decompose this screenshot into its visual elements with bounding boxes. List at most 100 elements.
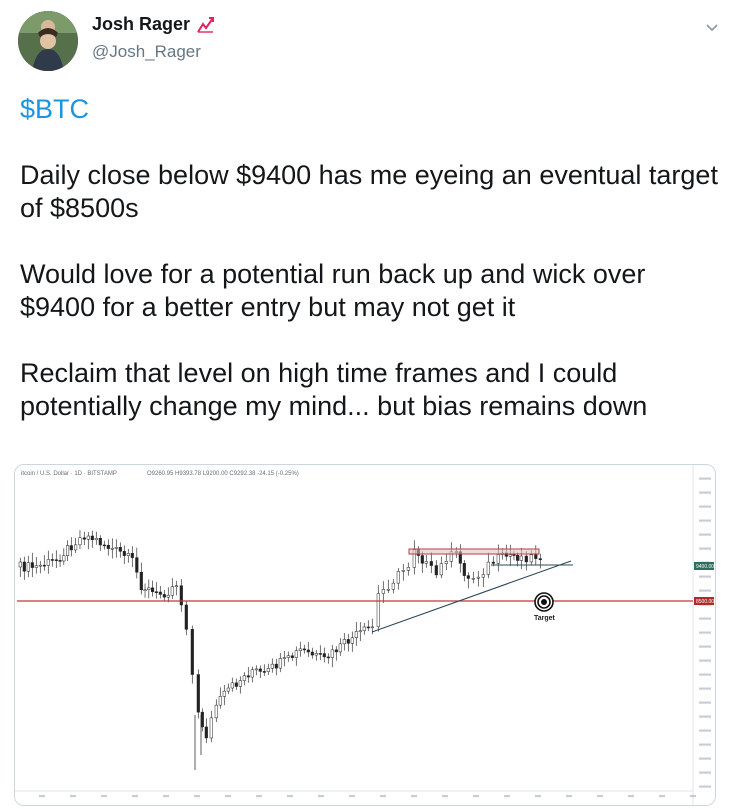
candle-body bbox=[491, 561, 495, 564]
candle-body bbox=[151, 587, 155, 592]
time-axis-tick bbox=[70, 795, 76, 798]
time-axis-tick bbox=[442, 795, 448, 798]
candle-body bbox=[42, 564, 46, 567]
time-axis-tick bbox=[101, 795, 107, 798]
time-axis-tick bbox=[194, 795, 200, 798]
avatar[interactable] bbox=[18, 11, 78, 71]
time-axis-tick bbox=[628, 795, 634, 798]
price-axis-tick bbox=[699, 701, 711, 704]
target-label: Target bbox=[534, 615, 556, 622]
candle-body bbox=[362, 626, 366, 632]
time-axis-tick bbox=[473, 795, 479, 798]
price-chart: itcoin / U.S. Dollar · 1D · BITSTAMP O92… bbox=[15, 465, 715, 805]
candle-body bbox=[376, 593, 380, 628]
candle-body bbox=[38, 564, 42, 567]
candle-body bbox=[529, 554, 533, 563]
price-axis-tick bbox=[699, 589, 711, 592]
time-axis-tick bbox=[566, 795, 572, 798]
candle-body bbox=[26, 562, 30, 572]
time-axis-tick bbox=[318, 795, 324, 798]
candle-body bbox=[179, 585, 183, 606]
time-axis-tick bbox=[132, 795, 138, 798]
candle-body bbox=[204, 726, 208, 739]
candle-body bbox=[262, 671, 266, 673]
candle-body bbox=[69, 545, 73, 551]
candle-body bbox=[486, 561, 490, 575]
time-axis-tick bbox=[411, 795, 417, 798]
time-axis-tick bbox=[690, 795, 696, 798]
candle-body bbox=[439, 563, 443, 576]
candle-body bbox=[266, 668, 270, 672]
candle-body bbox=[218, 696, 222, 706]
candle-body bbox=[62, 555, 66, 562]
candle-body bbox=[102, 544, 106, 547]
candle-body bbox=[246, 675, 250, 678]
time-axis-tick bbox=[349, 795, 355, 798]
candle-body bbox=[209, 717, 213, 739]
chart-trend-icon bbox=[196, 15, 216, 35]
price-axis-tick bbox=[699, 575, 711, 578]
price-axis-tick bbox=[699, 519, 711, 522]
candle-body bbox=[118, 547, 122, 552]
candle-body bbox=[226, 687, 230, 692]
candle-body bbox=[174, 585, 178, 587]
author-handle[interactable]: @Josh_Rager bbox=[92, 42, 201, 62]
candle-body bbox=[114, 547, 118, 549]
candle-body bbox=[30, 562, 34, 568]
candle-body bbox=[466, 575, 470, 579]
support-price-label: 8500.00 bbox=[696, 599, 714, 605]
candle-body bbox=[420, 555, 424, 564]
candle-body bbox=[350, 637, 354, 644]
candle-body bbox=[166, 594, 170, 598]
price-axis-tick bbox=[699, 505, 711, 508]
candle-body bbox=[110, 547, 114, 550]
tweet-paragraph-1: Daily close below $9400 has me eyeing an… bbox=[20, 160, 726, 223]
candle-body bbox=[46, 559, 50, 566]
time-axis-tick bbox=[659, 795, 665, 798]
candle-body bbox=[306, 649, 310, 653]
price-axis-tick bbox=[699, 491, 711, 494]
candle-body bbox=[302, 648, 306, 651]
candle-body bbox=[534, 554, 538, 559]
candle-body bbox=[310, 651, 314, 656]
candle-body bbox=[78, 537, 82, 546]
candle-body bbox=[254, 668, 258, 671]
candle-body bbox=[318, 653, 322, 655]
candle-body bbox=[54, 559, 58, 561]
candle-body bbox=[330, 649, 334, 658]
candle-body bbox=[429, 561, 433, 566]
candle-body bbox=[286, 655, 290, 658]
candle-body bbox=[74, 544, 78, 551]
chart-image[interactable]: itcoin / U.S. Dollar · 1D · BITSTAMP O92… bbox=[14, 464, 716, 806]
candle-body bbox=[274, 663, 278, 669]
candle-body bbox=[462, 563, 466, 576]
candle-body bbox=[538, 558, 542, 560]
candle-body bbox=[270, 663, 274, 669]
candle-body bbox=[346, 639, 350, 644]
candle-body bbox=[381, 589, 385, 594]
price-axis-tick bbox=[699, 533, 711, 536]
candle-body bbox=[66, 545, 70, 556]
price-axis-tick bbox=[699, 715, 711, 718]
candle-body bbox=[258, 668, 262, 672]
chevron-down-icon[interactable] bbox=[700, 16, 724, 40]
time-axis-tick bbox=[380, 795, 386, 798]
candle-body bbox=[90, 535, 94, 541]
price-axis-tick bbox=[699, 645, 711, 648]
candle-body bbox=[406, 567, 410, 571]
candle-body bbox=[519, 555, 523, 561]
candle-body bbox=[135, 557, 139, 573]
candle-body bbox=[282, 657, 286, 659]
candle-body bbox=[366, 626, 370, 629]
candle-body bbox=[22, 561, 26, 572]
candle-body bbox=[143, 589, 147, 591]
candle-body bbox=[58, 560, 62, 562]
candle-body bbox=[184, 604, 188, 630]
author-name[interactable]: Josh Rager bbox=[92, 14, 190, 35]
candle-body bbox=[94, 537, 98, 541]
chart-ohlc: O9260.95 H9393.78 L9200.00 C9292.38 -24.… bbox=[147, 471, 299, 477]
candle-body bbox=[234, 682, 238, 687]
cashtag-link[interactable]: $BTC bbox=[20, 93, 720, 126]
tweet-paragraph-3: Reclaim that level on high time frames a… bbox=[20, 358, 648, 421]
candle-body bbox=[496, 554, 500, 564]
